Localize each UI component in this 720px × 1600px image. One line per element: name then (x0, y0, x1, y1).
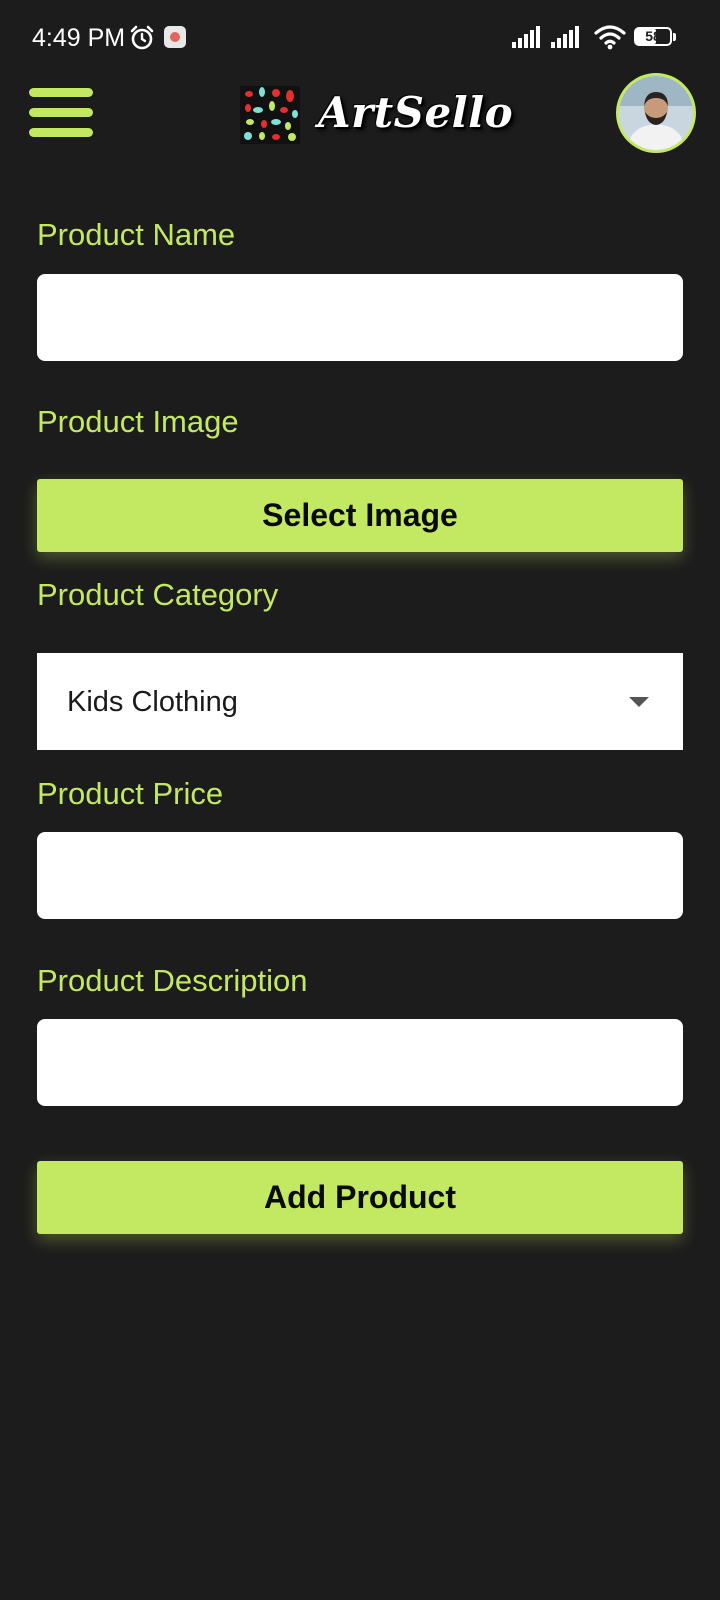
app-logo: ArtSello (240, 86, 530, 146)
selected-category: Kids Clothing (67, 686, 238, 718)
logo-mark-icon (240, 86, 300, 144)
avatar-image (619, 76, 693, 150)
status-bar: 4:49 PM 58 (0, 0, 720, 76)
wifi-icon (594, 25, 626, 50)
chevron-down-icon (629, 697, 649, 707)
product-price-label: Product Price (37, 776, 224, 811)
product-description-input[interactable] (37, 1019, 683, 1106)
add-product-button[interactable]: Add Product (37, 1161, 683, 1234)
alarm-icon (130, 25, 154, 50)
signal-icon (512, 26, 540, 48)
profile-avatar[interactable] (616, 73, 696, 153)
product-description-label: Product Description (37, 963, 308, 998)
battery-level: 58 (645, 28, 661, 44)
status-time: 4:49 PM (32, 24, 126, 52)
notification-icon (164, 26, 186, 48)
product-category-select[interactable]: Kids Clothing (37, 653, 683, 750)
battery-icon: 58 (634, 27, 678, 48)
product-name-label: Product Name (37, 217, 236, 252)
select-image-button[interactable]: Select Image (37, 479, 683, 552)
product-category-label: Product Category (37, 577, 279, 612)
brand-name: ArtSello (318, 88, 514, 137)
signal-icon (551, 26, 579, 48)
product-name-input[interactable] (37, 274, 683, 361)
product-price-input[interactable] (37, 832, 683, 919)
product-image-label: Product Image (37, 404, 239, 439)
hamburger-menu-icon[interactable] (29, 88, 93, 138)
